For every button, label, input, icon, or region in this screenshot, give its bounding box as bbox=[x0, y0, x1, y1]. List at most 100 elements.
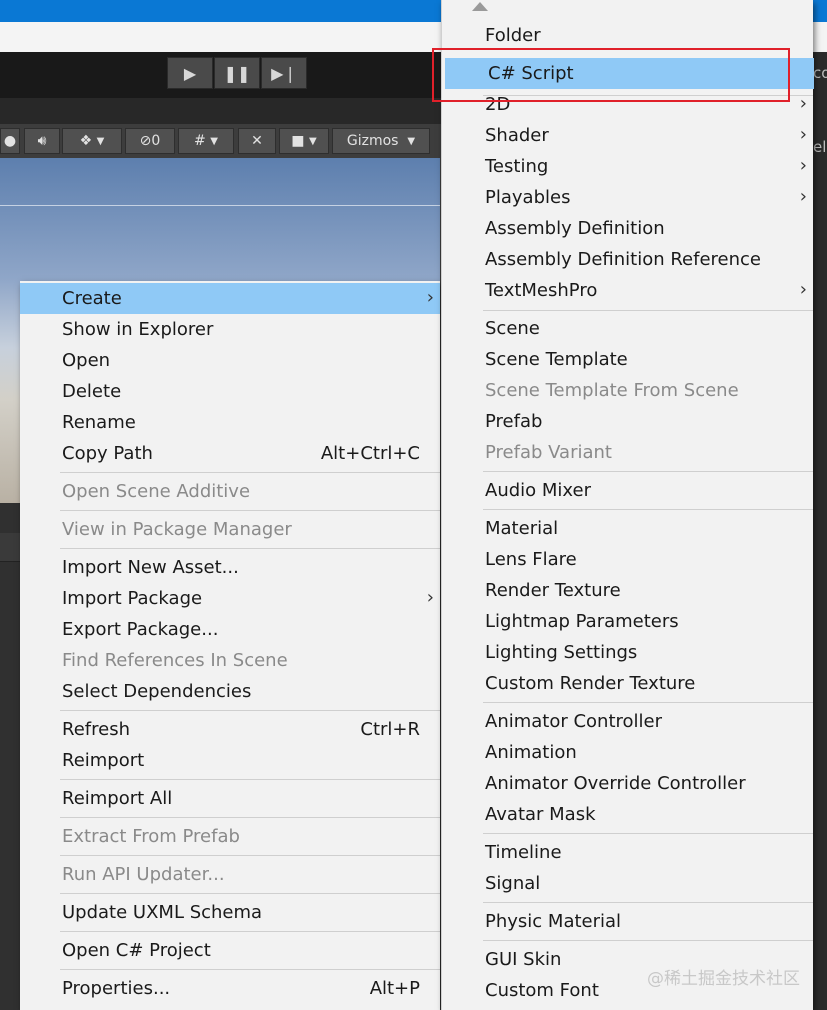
context-menu-item-select-dependencies[interactable]: Select Dependencies bbox=[20, 676, 440, 707]
create-submenu-item-lens-flare[interactable]: Lens Flare bbox=[442, 544, 813, 575]
context-menu-item-reimport-all[interactable]: Reimport All bbox=[20, 783, 440, 814]
audio-toggle-button[interactable]: 🔊︎ bbox=[24, 128, 60, 154]
menu-item-label: Show in Explorer bbox=[62, 319, 214, 340]
lightbulb-icon[interactable]: ● bbox=[0, 128, 20, 154]
menu-item-shortcut: Ctrl+R bbox=[360, 719, 420, 740]
create-submenu-item-testing[interactable]: Testing › bbox=[442, 151, 813, 182]
menu-item-label: Update UXML Schema bbox=[62, 902, 263, 923]
menu-item-label: Animation bbox=[485, 742, 577, 763]
step-button[interactable]: ▶❘ bbox=[261, 57, 307, 89]
context-menu-item-open[interactable]: Open bbox=[20, 345, 440, 376]
context-menu-item-import-new-asset[interactable]: Import New Asset... bbox=[20, 552, 440, 583]
create-submenu-item-assembly-definition-reference[interactable]: Assembly Definition Reference bbox=[442, 244, 813, 275]
create-submenu-item-material[interactable]: Material bbox=[442, 513, 813, 544]
menu-item-label: Reimport All bbox=[62, 788, 173, 809]
menu-separator bbox=[483, 702, 813, 703]
menu-item-label: Assembly Definition Reference bbox=[485, 249, 762, 270]
context-menu-item-rename[interactable]: Rename bbox=[20, 407, 440, 438]
create-submenu-item-physic-material[interactable]: Physic Material bbox=[442, 906, 813, 937]
create-submenu-item-avatar-mask[interactable]: Avatar Mask bbox=[442, 799, 813, 830]
context-menu-item-view-in-package-manager: View in Package Manager bbox=[20, 514, 440, 545]
create-submenu-item-shader[interactable]: Shader › bbox=[442, 120, 813, 151]
pause-button[interactable]: ❚❚ bbox=[214, 57, 260, 89]
play-button[interactable]: ▶ bbox=[167, 57, 213, 89]
menu-item-label: Custom Font bbox=[485, 980, 599, 1001]
menu-item-label: Scene Template bbox=[485, 349, 628, 370]
menu-item-label: Prefab bbox=[485, 411, 543, 432]
menu-item-label: Delete bbox=[62, 381, 122, 402]
visibility-count: 0 bbox=[151, 133, 161, 149]
create-submenu-item-signal[interactable]: Signal bbox=[442, 868, 813, 899]
menu-separator bbox=[60, 931, 440, 932]
menu-item-label: Properties... bbox=[62, 978, 171, 999]
create-submenu-item-folder[interactable]: Folder bbox=[442, 20, 813, 51]
create-submenu-item-prefab[interactable]: Prefab bbox=[442, 406, 813, 437]
menu-item-label: Open C# Project bbox=[62, 940, 211, 961]
create-submenu-item-scene[interactable]: Scene bbox=[442, 313, 813, 344]
chevron-right-icon: › bbox=[799, 279, 807, 300]
context-menu-item-refresh[interactable]: Refresh Ctrl+R bbox=[20, 714, 440, 745]
context-menu-item-reimport[interactable]: Reimport bbox=[20, 745, 440, 776]
scene-visibility-toggle[interactable]: ⊘ 0 bbox=[125, 128, 175, 154]
menu-item-label: Lens Flare bbox=[485, 549, 577, 570]
menu-separator bbox=[483, 509, 813, 510]
menu-separator bbox=[483, 471, 813, 472]
tools-button[interactable]: ✕ bbox=[238, 128, 276, 154]
menu-item-label: Find References In Scene bbox=[62, 650, 288, 671]
context-menu-item-create[interactable]: Create › bbox=[20, 283, 440, 314]
menu-item-label: Animator Override Controller bbox=[485, 773, 746, 794]
context-menu-item-show-in-explorer[interactable]: Show in Explorer bbox=[20, 314, 440, 345]
grid-icon: # bbox=[194, 133, 206, 149]
context-menu-item-import-package[interactable]: Import Package › bbox=[20, 583, 440, 614]
chevron-right-icon: › bbox=[426, 587, 434, 608]
create-submenu-item-audio-mixer[interactable]: Audio Mixer bbox=[442, 475, 813, 506]
menu-item-label: Testing bbox=[485, 156, 549, 177]
scroll-up-arrow-icon[interactable] bbox=[472, 2, 488, 11]
create-submenu: Folder C# Script 2D › Shader › Testing › Playabl… bbox=[441, 0, 814, 1010]
create-submenu-item-scene-template[interactable]: Scene Template bbox=[442, 344, 813, 375]
menu-item-label: GUI Skin bbox=[485, 949, 562, 970]
menu-item-shortcut: Alt+Ctrl+C bbox=[320, 443, 420, 464]
create-submenu-item-timeline[interactable]: Timeline bbox=[442, 837, 813, 868]
create-submenu-item-custom-render-texture[interactable]: Custom Render Texture bbox=[442, 668, 813, 699]
gizmos-dropdown[interactable]: Gizmos ▼ bbox=[332, 128, 430, 154]
create-submenu-item-prefab-variant: Prefab Variant bbox=[442, 437, 813, 468]
create-submenu-item-lightmap-parameters[interactable]: Lightmap Parameters bbox=[442, 606, 813, 637]
create-submenu-item-animator-override-controller[interactable]: Animator Override Controller bbox=[442, 768, 813, 799]
context-menu-item-properties[interactable]: Properties... Alt+P bbox=[20, 973, 440, 1004]
context-menu-item-update-uxml-schema[interactable]: Update UXML Schema bbox=[20, 897, 440, 928]
effects-dropdown[interactable]: ❖ ▼ bbox=[62, 128, 122, 154]
context-menu-item-copy-path[interactable]: Copy Path Alt+Ctrl+C bbox=[20, 438, 440, 469]
create-submenu-item-animator-controller[interactable]: Animator Controller bbox=[442, 706, 813, 737]
menu-item-label: Animator Controller bbox=[485, 711, 663, 732]
create-submenu-item-render-texture[interactable]: Render Texture bbox=[442, 575, 813, 606]
pause-icon: ❚❚ bbox=[223, 63, 251, 83]
create-submenu-item-animation[interactable]: Animation bbox=[442, 737, 813, 768]
menu-item-label: TextMeshPro bbox=[485, 280, 598, 301]
chevron-right-icon: › bbox=[426, 287, 434, 308]
menu-item-label: Refresh bbox=[62, 719, 130, 740]
menu-item-label: Folder bbox=[485, 25, 541, 46]
create-submenu-item-assembly-definition[interactable]: Assembly Definition bbox=[442, 213, 813, 244]
menu-separator bbox=[483, 310, 813, 311]
eye-slash-icon: ⊘ bbox=[139, 133, 152, 149]
create-submenu-item-lighting-settings[interactable]: Lighting Settings bbox=[442, 637, 813, 668]
menu-item-label: Shader bbox=[485, 125, 549, 146]
grid-snap-dropdown[interactable]: # ▼ bbox=[178, 128, 234, 154]
create-submenu-item-textmeshpro[interactable]: TextMeshPro › bbox=[442, 275, 813, 306]
menu-separator bbox=[60, 472, 440, 473]
camera-dropdown[interactable]: ■ ▼ bbox=[279, 128, 329, 154]
menu-item-label: Lighting Settings bbox=[485, 642, 638, 663]
menu-item-label: Open Scene Additive bbox=[62, 481, 251, 502]
menu-item-label: View in Package Manager bbox=[62, 519, 292, 540]
context-menu-item-open-c-project[interactable]: Open C# Project bbox=[20, 935, 440, 966]
menu-item-label: Select Dependencies bbox=[62, 681, 252, 702]
menu-item-label: Scene bbox=[485, 318, 540, 339]
menu-separator bbox=[60, 510, 440, 511]
create-submenu-item-playables[interactable]: Playables › bbox=[442, 182, 813, 213]
context-menu-item-export-package[interactable]: Export Package... bbox=[20, 614, 440, 645]
chevron-down-icon: ▼ bbox=[96, 135, 105, 147]
context-menu-item-delete[interactable]: Delete bbox=[20, 376, 440, 407]
context-menu: Create › Show in Explorer Open Delete Rename C… bbox=[20, 281, 440, 1010]
chevron-right-icon: › bbox=[799, 93, 807, 114]
